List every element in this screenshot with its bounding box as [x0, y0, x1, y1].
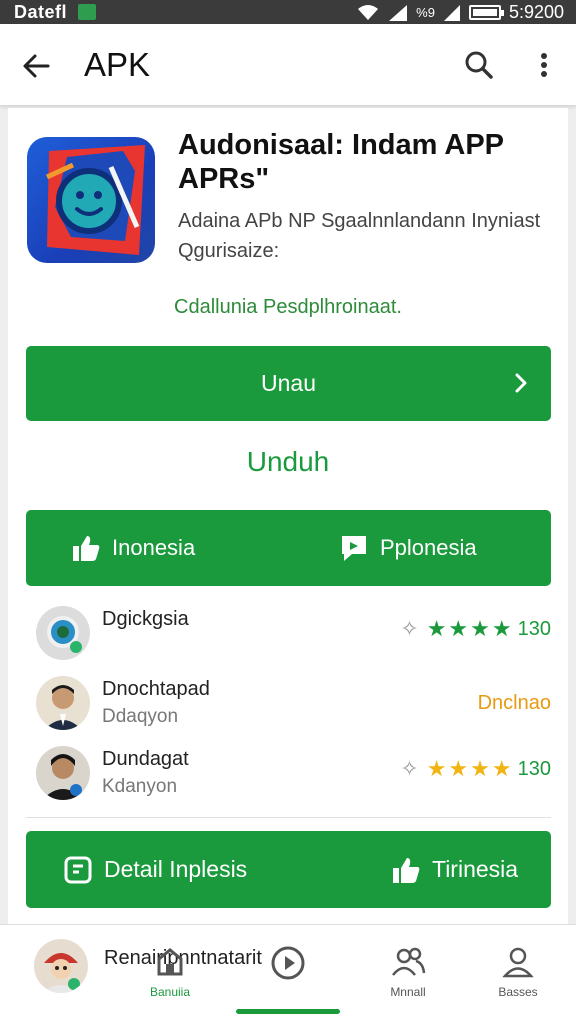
search-icon[interactable] — [460, 46, 498, 84]
comment-action-button[interactable]: Pplonesia — [338, 510, 477, 586]
rating: ✧ ★ ★ ★ ★ 130 — [400, 616, 551, 642]
status-bar: Datefl %9 5:9200 — [0, 0, 576, 24]
star-icon: ★ — [470, 756, 490, 781]
detail-button-label: Detail Inplesis — [104, 856, 248, 882]
people-icon — [392, 947, 426, 976]
star-icon: ★ — [491, 756, 512, 781]
thumbs-up-icon — [70, 532, 102, 564]
star-icon: ★ — [426, 756, 447, 781]
detail-button[interactable]: Detail Inplesis — [62, 831, 247, 908]
nav-profile-label: Basses — [498, 985, 538, 999]
thumbs-button[interactable]: Tirinesia — [390, 831, 518, 908]
star-icon: ★ — [448, 616, 469, 641]
avatar — [36, 746, 90, 800]
page-title: APK — [84, 46, 151, 83]
nav-people[interactable]: Mnnall — [360, 945, 456, 999]
dual-action-bar: Inonesia Pplonesia — [26, 510, 551, 586]
avatar — [36, 606, 90, 660]
store-icon — [157, 948, 183, 976]
detail-icon — [62, 854, 94, 886]
app-bar: APK — [0, 24, 576, 106]
install-button-label: Unau — [261, 370, 316, 396]
star-outline-icon: ✧ — [400, 616, 419, 641]
bottom-navigation: Renairipnntnatarit Banuiia Mnnall Basses — [0, 924, 576, 1024]
rating-count: 130 — [517, 757, 551, 780]
avatar — [34, 939, 88, 993]
active-tab-indicator — [236, 1009, 340, 1014]
nav-play[interactable] — [240, 945, 336, 987]
like-action-label: Inonesia — [112, 535, 196, 560]
reviewer-name: Dnochtapad — [102, 678, 210, 700]
star-outline-icon: ✧ — [400, 756, 419, 781]
play-icon — [271, 946, 305, 980]
star-icon: ★ — [426, 616, 447, 641]
more-vert-icon[interactable] — [528, 46, 560, 84]
app-note: Cdallunia Pesdplhroinaat. — [174, 296, 402, 318]
signal-icon-2 — [443, 4, 461, 22]
network-type-label: %9 — [416, 4, 435, 20]
nav-people-label: Mnnall — [390, 985, 426, 999]
star-icon: ★ — [470, 616, 490, 641]
app-description: Adaina APb NP Sgaalnnlandann Inyniast Qg… — [178, 210, 541, 262]
nav-profile[interactable]: Basses — [470, 945, 566, 999]
battery-icon — [468, 5, 504, 20]
divider — [26, 817, 551, 818]
nav-store[interactable]: Banuiia — [122, 945, 218, 999]
reviewer-subtitle: Ddaqyon — [102, 706, 179, 727]
thumbs-button-label: Tirinesia — [432, 856, 519, 882]
app-title: Audonisaal: Indam APP APRs" — [178, 129, 504, 195]
detail-action-bar: Detail Inplesis Tirinesia — [26, 831, 551, 908]
review-badge: Dnclnao — [477, 692, 551, 714]
chevron-right-icon — [507, 368, 535, 398]
person-icon — [502, 947, 534, 978]
app-icon — [27, 137, 155, 263]
signal-icon — [388, 4, 408, 22]
reviewer-subtitle: Kdanyon — [102, 776, 178, 797]
back-arrow-icon[interactable] — [18, 48, 54, 84]
comment-icon — [338, 532, 370, 564]
thumbs-up-icon — [390, 854, 422, 886]
download-link[interactable]: Unduh — [0, 446, 576, 478]
star-icon: ★ — [491, 616, 512, 641]
sim-icon — [78, 4, 96, 20]
like-action-button[interactable]: Inonesia — [70, 510, 195, 586]
star-icon: ★ — [448, 756, 469, 781]
rating-count: 130 — [517, 617, 551, 640]
install-button[interactable]: Unau — [26, 346, 551, 421]
rating: ✧ ★ ★ ★ ★ 130 — [400, 756, 551, 782]
reviewer-name: Dgickgsia — [102, 608, 189, 630]
review-item[interactable]: Dundagat Kdanyon ✧ ★ ★ ★ ★ 130 — [26, 746, 551, 812]
carrier-label: Datefl — [14, 2, 68, 22]
wifi-icon — [356, 4, 380, 22]
reviewer-name: Dundagat — [102, 748, 189, 770]
comment-action-label: Pplonesia — [380, 535, 477, 560]
nav-store-label: Banuiia — [149, 985, 191, 999]
review-item[interactable]: Dgickgsia ✧ ★ ★ ★ ★ 130 — [26, 606, 551, 672]
avatar — [36, 676, 90, 730]
review-item[interactable]: Dnochtapad Ddaqyon Dnclnao — [26, 676, 551, 742]
clock: 5:9200 — [508, 2, 564, 22]
